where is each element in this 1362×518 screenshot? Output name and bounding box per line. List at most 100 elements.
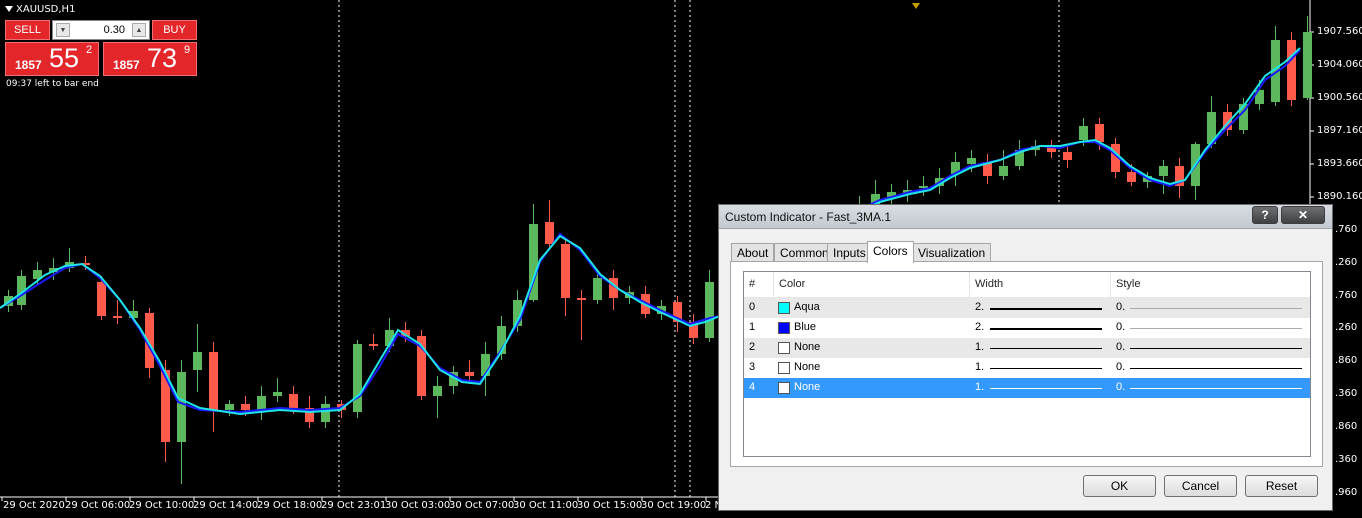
candle-body (97, 282, 106, 316)
color-cell[interactable]: None (774, 378, 970, 398)
cancel-button[interactable]: Cancel (1164, 475, 1237, 497)
color-cell[interactable]: Blue (774, 318, 970, 338)
lot-size-value[interactable]: 0.30 (104, 24, 125, 36)
candle-body (561, 244, 570, 298)
list-item[interactable]: 2 None 1. 0. (744, 338, 1310, 358)
style-line-sample (1130, 388, 1302, 389)
width-value[interactable]: 2. (975, 318, 984, 338)
candle-body (193, 352, 202, 370)
candle-body (241, 404, 250, 410)
buy-quote[interactable]: 1857 73 9 (103, 42, 197, 76)
row-index: 4 (749, 381, 756, 393)
tab-colors[interactable]: Colors (867, 241, 914, 263)
chart-symbol-title: XAUUSD,H1 (16, 4, 76, 15)
price-axis-label: 1897.160 (1317, 125, 1362, 136)
candle-body (321, 404, 330, 422)
tab-visualization[interactable]: Visualization (912, 243, 992, 262)
color-cell[interactable]: None (774, 338, 970, 358)
price-axis-label: .260 (1335, 257, 1358, 268)
width-value[interactable]: 1. (975, 338, 984, 358)
color-cell[interactable]: Aqua (774, 298, 970, 318)
sell-quote[interactable]: 1857 55 2 (5, 42, 99, 76)
style-value[interactable]: 0. (1116, 318, 1125, 338)
price-axis-label: 1893.660 (1317, 158, 1362, 169)
close-icon[interactable]: ✕ (1281, 206, 1325, 224)
style-value[interactable]: 0. (1116, 298, 1125, 318)
color-name: None (794, 381, 821, 393)
color-name: Blue (794, 321, 817, 333)
color-cell[interactable]: None (774, 358, 970, 378)
time-axis-label: 29 Oct 2020 (3, 500, 65, 511)
price-axis-label: 1890.160 (1317, 191, 1362, 202)
column-header-style[interactable]: Style (1111, 272, 1310, 298)
color-swatch (778, 322, 790, 334)
buy-quote-sup: 9 (184, 44, 191, 56)
list-item[interactable]: 1 Blue 2. 0. (744, 318, 1310, 338)
candle-body (1063, 152, 1072, 160)
color-name: None (794, 341, 821, 353)
custom-indicator-dialog: Custom Indicator - Fast_3MA.1 ? ✕ About … (718, 204, 1333, 511)
lot-decrease-icon[interactable]: ▼ (56, 23, 70, 37)
tab-about[interactable]: About (731, 243, 775, 262)
lot-increase-icon[interactable]: ▲ (132, 23, 146, 37)
color-swatch (778, 362, 790, 374)
time-axis-label: 30 Oct 07:00 (449, 500, 515, 511)
chart-menu-triangle-icon[interactable] (5, 6, 13, 12)
width-value[interactable]: 2. (975, 298, 984, 318)
list-item[interactable]: 3 None 1. 0. (744, 358, 1310, 378)
candle-body (1287, 40, 1296, 100)
candle-body (705, 282, 714, 338)
candle-body (257, 396, 266, 410)
buy-quote-big: 73 (147, 43, 178, 73)
style-value[interactable]: 0. (1116, 358, 1125, 378)
time-axis-label: 29 Oct 10:00 (129, 500, 195, 511)
candle-body (577, 298, 586, 300)
reset-button[interactable]: Reset (1245, 475, 1318, 497)
ok-button[interactable]: OK (1083, 475, 1156, 497)
style-value[interactable]: 0. (1116, 338, 1125, 358)
tab-common[interactable]: Common (774, 243, 835, 262)
tab-inputs[interactable]: Inputs (827, 243, 872, 262)
width-line-sample (990, 368, 1102, 369)
column-header-index[interactable]: # (744, 272, 774, 298)
time-axis-label: 29 Oct 18:00 (257, 500, 323, 511)
candle-body (593, 278, 602, 300)
width-line-sample (990, 308, 1102, 310)
time-axis-label: 30 Oct 11:00 (513, 500, 579, 511)
lot-size-field[interactable]: ▼ 0.30 ▲ (52, 20, 150, 40)
price-axis-label: .860 (1335, 355, 1358, 366)
dialog-title: Custom Indicator - Fast_3MA.1 (725, 210, 892, 224)
list-header: # Color Width Style (744, 272, 1310, 298)
slow-ma-line-right (849, 49, 1301, 215)
help-icon[interactable]: ? (1252, 206, 1278, 224)
list-item-selected[interactable]: 4 None 1. 0. (744, 378, 1310, 398)
column-header-color[interactable]: Color (774, 272, 970, 298)
price-axis-label: .260 (1335, 322, 1358, 333)
price-axis-label: .360 (1335, 388, 1358, 399)
candle-body (353, 344, 362, 412)
colors-tab-panel: # Color Width Style 0 Aqua 2. 0. 1 Blue … (730, 261, 1323, 467)
candle-body (113, 316, 122, 318)
dialog-titlebar[interactable]: Custom Indicator - Fast_3MA.1 ? ✕ (719, 205, 1332, 229)
row-index: 3 (749, 361, 756, 373)
sell-button[interactable]: SELL (5, 20, 50, 40)
time-axis-label: 30 Oct 03:00 (385, 500, 451, 511)
width-value[interactable]: 1. (975, 378, 984, 398)
candle-body (545, 222, 554, 244)
price-axis-label: .760 (1335, 290, 1358, 301)
candle-body (1079, 126, 1088, 140)
style-value[interactable]: 0. (1116, 378, 1125, 398)
color-swatch (778, 342, 790, 354)
color-buffers-list[interactable]: # Color Width Style 0 Aqua 2. 0. 1 Blue … (743, 271, 1311, 457)
width-value[interactable]: 1. (975, 358, 984, 378)
buy-button[interactable]: BUY (152, 20, 197, 40)
candle-body (273, 392, 282, 396)
time-axis-label: 29 Oct 23:01 (321, 500, 387, 511)
color-swatch (778, 302, 790, 314)
color-name: Aqua (794, 301, 820, 313)
list-item[interactable]: 0 Aqua 2. 0. (744, 298, 1310, 318)
candle-body (1095, 124, 1104, 142)
width-line-sample (990, 328, 1102, 330)
price-axis-label: 1900.560 (1317, 92, 1362, 103)
column-header-width[interactable]: Width (970, 272, 1111, 298)
